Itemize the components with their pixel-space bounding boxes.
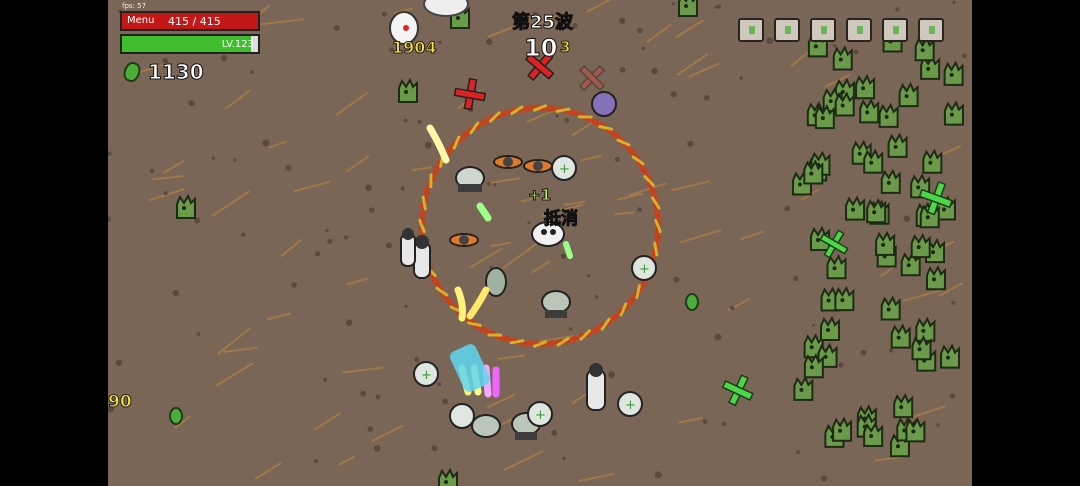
level-text: LV.123 [221,39,254,50]
chest-icon [738,18,764,42]
health-text: 415 / 415 [168,15,221,28]
svg-text:+: + [535,408,546,423]
svg-text:+: + [421,368,432,383]
battlefield: + + + + + [108,0,967,486]
svg-text:+: + [559,162,570,177]
ghost-enemy [389,0,617,117]
health-bar: Menu 415 / 415 [120,11,260,31]
cancel-text: 抵消 [544,209,579,230]
wave-label: 第25波 [511,12,574,34]
svg-text:+: + [625,398,636,413]
enemy-swarm [176,0,964,486]
chest-row [738,18,944,42]
game-arena[interactable]: + + + + + fps: 57 Menu 415 / 415 LV.123 … [108,0,972,486]
chest-icon [882,18,908,42]
gain-text: +1 [527,186,552,205]
gem-counter: 1130 [121,59,205,85]
fps-counter: fps: 57 [122,2,147,10]
damage-number: 1904 [392,38,438,58]
damage-number: 90 [108,392,132,413]
menu-button[interactable]: Menu [127,15,154,26]
svg-text:+: + [639,262,650,277]
chest-icon [846,18,872,42]
damage-number: 3 [559,38,571,57]
gem-count: 1130 [148,60,205,85]
chest-icon [810,18,836,42]
gem-icon [121,59,143,85]
chest-icon [774,18,800,42]
chest-icon [918,18,944,42]
experience-bar: LV.123 [120,34,260,54]
wave-timer: 10 [523,34,558,63]
